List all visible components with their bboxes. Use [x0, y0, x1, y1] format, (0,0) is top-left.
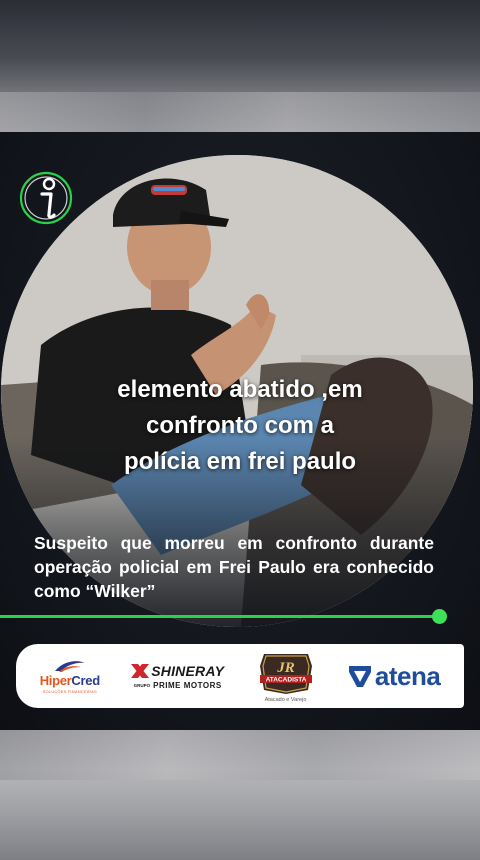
headline-line-3: polícia em frei paulo	[123, 448, 357, 475]
atena-logo: atena	[347, 660, 441, 692]
hipercred-swoosh-icon	[54, 660, 85, 672]
progress-bar[interactable]	[0, 615, 440, 618]
sponsor-atena[interactable]: atena	[347, 660, 441, 692]
headline-line-2: confronto com a	[145, 412, 334, 439]
sponsor-hipercred[interactable]: HiperCred SOLUÇÕES FINANCEIRAS	[40, 659, 100, 694]
hipercred-logo-text: HiperCred	[39, 672, 100, 688]
shineray-subtitle: PRIME MOTORS	[153, 680, 222, 690]
jr-mark: JR	[276, 660, 295, 676]
news-subtitle: Suspeito que morreu em confronto durante…	[34, 533, 434, 601]
shineray-logo: SHINERAY	[131, 663, 224, 679]
hipercred-tagline: SOLUÇÕES FINANCEIRAS	[42, 688, 97, 694]
shineray-x-icon	[131, 663, 150, 678]
jr-name: ATACADISTA	[265, 676, 306, 683]
post-card: elemento abatido ,em confronto com a pol…	[0, 132, 480, 730]
jr-caption: Atacado e Varejo	[264, 696, 307, 703]
jr-atacadista-badge-icon: JR ATACADISTA	[259, 653, 312, 694]
headline: elemento abatido ,em confronto com a pol…	[60, 372, 420, 480]
headline-line-1: elemento abatido ,em	[117, 376, 363, 403]
sponsor-bar: HiperCred SOLUÇÕES FINANCEIRAS SHINERAY …	[16, 644, 464, 708]
sponsor-jr-atacadista[interactable]: JR ATACADISTA Atacado e Varejo	[256, 650, 316, 703]
blurred-background-top	[0, 0, 480, 132]
shineray-name: SHINERAY	[151, 662, 225, 679]
shineray-group: GRUPO	[133, 682, 151, 688]
info-i-icon	[19, 171, 73, 225]
blurred-background-bottom	[0, 730, 480, 860]
atena-name: atena	[374, 660, 441, 691]
atena-v-icon	[348, 666, 371, 687]
sponsor-shineray[interactable]: SHINERAY GRUPO PRIME MOTORS	[131, 663, 224, 690]
progress-handle[interactable]	[432, 609, 447, 624]
